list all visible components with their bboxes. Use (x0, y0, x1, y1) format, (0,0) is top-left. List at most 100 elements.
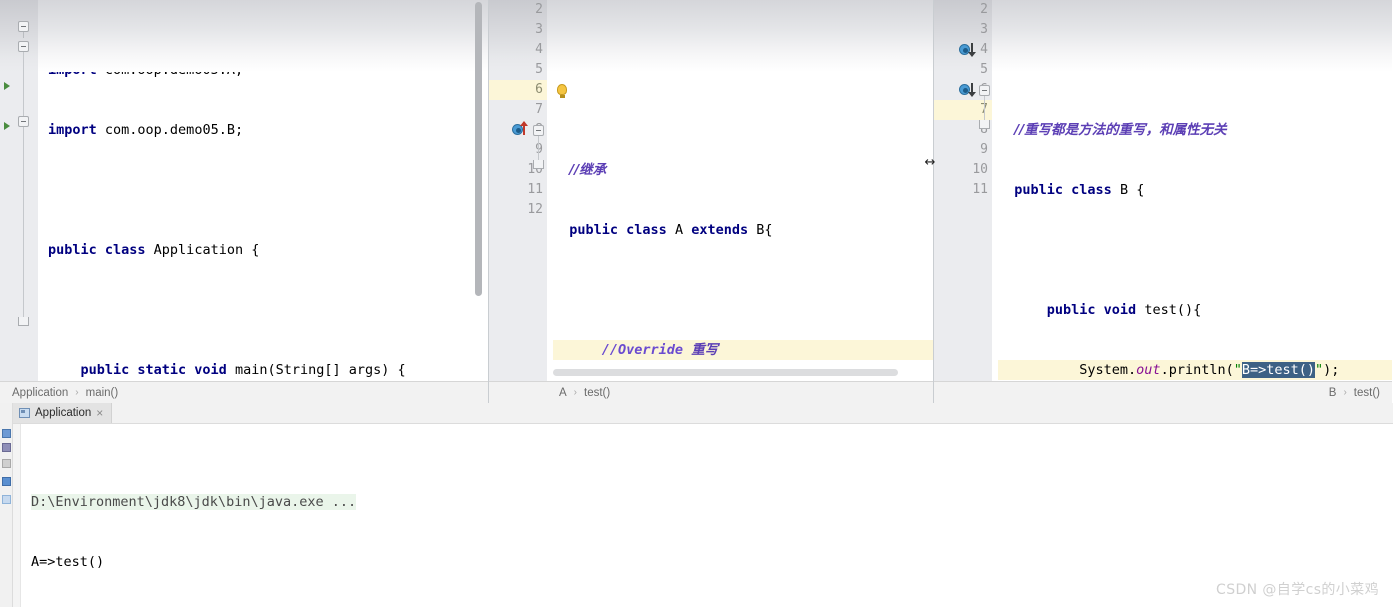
editor-pane-class-a-body[interactable]: 2 3 4 5 6 7 8 9 10 11 12 (489, 0, 933, 381)
breadcrumb-item[interactable]: Application (10, 387, 70, 399)
selected-text[interactable]: B=>test() (1241, 362, 1316, 378)
overridden-method-marker-icon[interactable] (959, 82, 976, 98)
editor-split-area: import com.oop.demo05.A; import com.oop.… (0, 0, 1393, 403)
gutter-class-b[interactable]: 2 3 4 5 6 7 8 9 10 11 (934, 0, 992, 381)
gutter-application[interactable] (0, 0, 38, 381)
fold-marker-import[interactable] (18, 21, 29, 38)
line-number: 5 (535, 62, 543, 77)
gutter-class-a[interactable]: 2 3 4 5 6 7 8 9 10 11 12 (489, 0, 547, 381)
breadcrumb-item[interactable]: test() (1352, 387, 1382, 399)
console-line: D:\Environment\jdk8\jdk\bin\java.exe ... (31, 492, 1393, 512)
run-main-arrow-icon[interactable] (4, 122, 10, 130)
run-tool-window: Application × D:\Environment\jdk8\jdk\bi… (0, 403, 1393, 607)
console-tab-label: Application (35, 407, 92, 419)
code-line: public void test(){ (1046, 302, 1202, 318)
horizontal-resize-cursor-icon: ↔ (924, 155, 936, 170)
code-line: public class A extends B{ (569, 222, 773, 238)
breadcrumb-class-a[interactable]: A › test() (489, 381, 933, 403)
console-main: Application × D:\Environment\jdk8\jdk\bi… (13, 403, 1393, 607)
line-number: 2 (535, 2, 543, 17)
ide-window: import com.oop.demo05.A; import com.oop.… (0, 0, 1393, 607)
editor-pane-class-b: 2 3 4 5 6 7 8 9 10 11 (934, 0, 1392, 403)
horizontal-scrollbar-2[interactable] (553, 369, 898, 376)
line-number: 2 (980, 2, 988, 17)
line-number: 11 (972, 182, 988, 197)
fold-marker-main[interactable] (18, 116, 29, 127)
code-class-b[interactable]: //重写都是方法的重写，和属性无关 public class B { publi… (992, 0, 1392, 381)
fold-end-method[interactable] (533, 160, 544, 169)
breadcrumb-item[interactable]: main() (84, 387, 121, 399)
soft-wrap-icon[interactable] (2, 477, 11, 486)
line-number: 9 (980, 142, 988, 157)
print-icon[interactable] (2, 495, 11, 504)
code-class-a[interactable]: //继承 public class A extends B{ //Overrid… (547, 0, 933, 381)
line-number: 4 (535, 42, 543, 57)
code-line: public class Application { (48, 242, 260, 258)
code-line-highlighted: //Override 重写 (553, 340, 933, 360)
fold-end-main[interactable] (18, 317, 29, 326)
breadcrumb-application[interactable]: Application › main() (0, 381, 488, 403)
stop-icon[interactable] (2, 443, 11, 452)
watermark: CSDN @自学cs的小菜鸡 (1216, 582, 1379, 598)
code-line: //继承 (569, 162, 607, 178)
fold-marker-method-b[interactable] (979, 85, 990, 102)
overriding-method-marker-icon[interactable] (512, 121, 528, 138)
breadcrumb-separator: › (1343, 387, 1347, 398)
fold-line-method-b (984, 96, 985, 120)
console-output[interactable]: D:\Environment\jdk8\jdk\bin\java.exe ...… (13, 424, 1393, 607)
vertical-scrollbar-1[interactable] (475, 2, 482, 296)
code-line: public static void main(String[] args) { (80, 362, 406, 378)
breadcrumb-separator: › (573, 387, 578, 398)
fold-marker-import-2[interactable] (18, 41, 29, 52)
console-tab-application[interactable]: Application × (13, 403, 113, 423)
rerun-icon[interactable] (2, 429, 11, 438)
code-line: //重写都是方法的重写，和属性无关 (1014, 122, 1227, 138)
editor-pane-application-body[interactable]: import com.oop.demo05.A; import com.oop.… (0, 0, 488, 381)
breadcrumb-separator: › (75, 387, 79, 398)
gutter-top-shade-1 (0, 0, 38, 72)
intention-bulb-icon[interactable] (557, 84, 567, 98)
run-toolbar[interactable] (0, 403, 13, 607)
console-line: A=>test() (31, 554, 105, 570)
trace-icon[interactable] (2, 459, 11, 468)
line-number: 11 (527, 182, 543, 197)
console-gutter (13, 424, 21, 607)
code-application[interactable]: import com.oop.demo05.A; import com.oop.… (38, 0, 488, 381)
line-number: 12 (527, 202, 543, 217)
fold-marker-method[interactable] (533, 125, 544, 142)
line-number: 3 (980, 22, 988, 37)
breadcrumb-class-b[interactable]: B › test() (934, 381, 1392, 403)
line-number: 3 (535, 22, 543, 37)
breadcrumb-item[interactable]: B (1327, 387, 1339, 399)
run-class-arrow-icon[interactable] (4, 82, 10, 90)
code-line: import com.oop.demo05.B; (48, 122, 244, 138)
line-number: 5 (980, 62, 988, 77)
overridden-method-marker-icon[interactable] (959, 42, 976, 58)
console-command-line: D:\Environment\jdk8\jdk\bin\java.exe ... (31, 494, 357, 510)
console-tabstrip: Application × (13, 403, 1393, 424)
fold-end-method-b[interactable] (979, 120, 990, 129)
breadcrumb-item[interactable]: A (557, 387, 569, 399)
fold-line-main (23, 127, 24, 317)
fold-line-method (538, 136, 539, 160)
code-line-highlighted: System.out.println("B=>test()"); (998, 360, 1392, 380)
editor-pane-class-b-body[interactable]: 2 3 4 5 6 7 8 9 10 11 (934, 0, 1392, 381)
line-number: 7 (535, 102, 543, 117)
code-line: public class B { (1014, 182, 1145, 198)
run-config-icon (19, 408, 30, 418)
editor-pane-class-a: 2 3 4 5 6 7 8 9 10 11 12 (489, 0, 934, 403)
editor-pane-application: import com.oop.demo05.A; import com.oop.… (0, 0, 489, 403)
close-icon[interactable]: × (96, 407, 103, 419)
code-line: import com.oop.demo05.A; (48, 62, 244, 78)
fold-line-class (23, 52, 24, 116)
line-number-highlighted: 6 (489, 80, 547, 100)
breadcrumb-item[interactable]: test() (582, 387, 612, 399)
editor-top-shade-2 (547, 0, 933, 72)
line-number: 10 (972, 162, 988, 177)
